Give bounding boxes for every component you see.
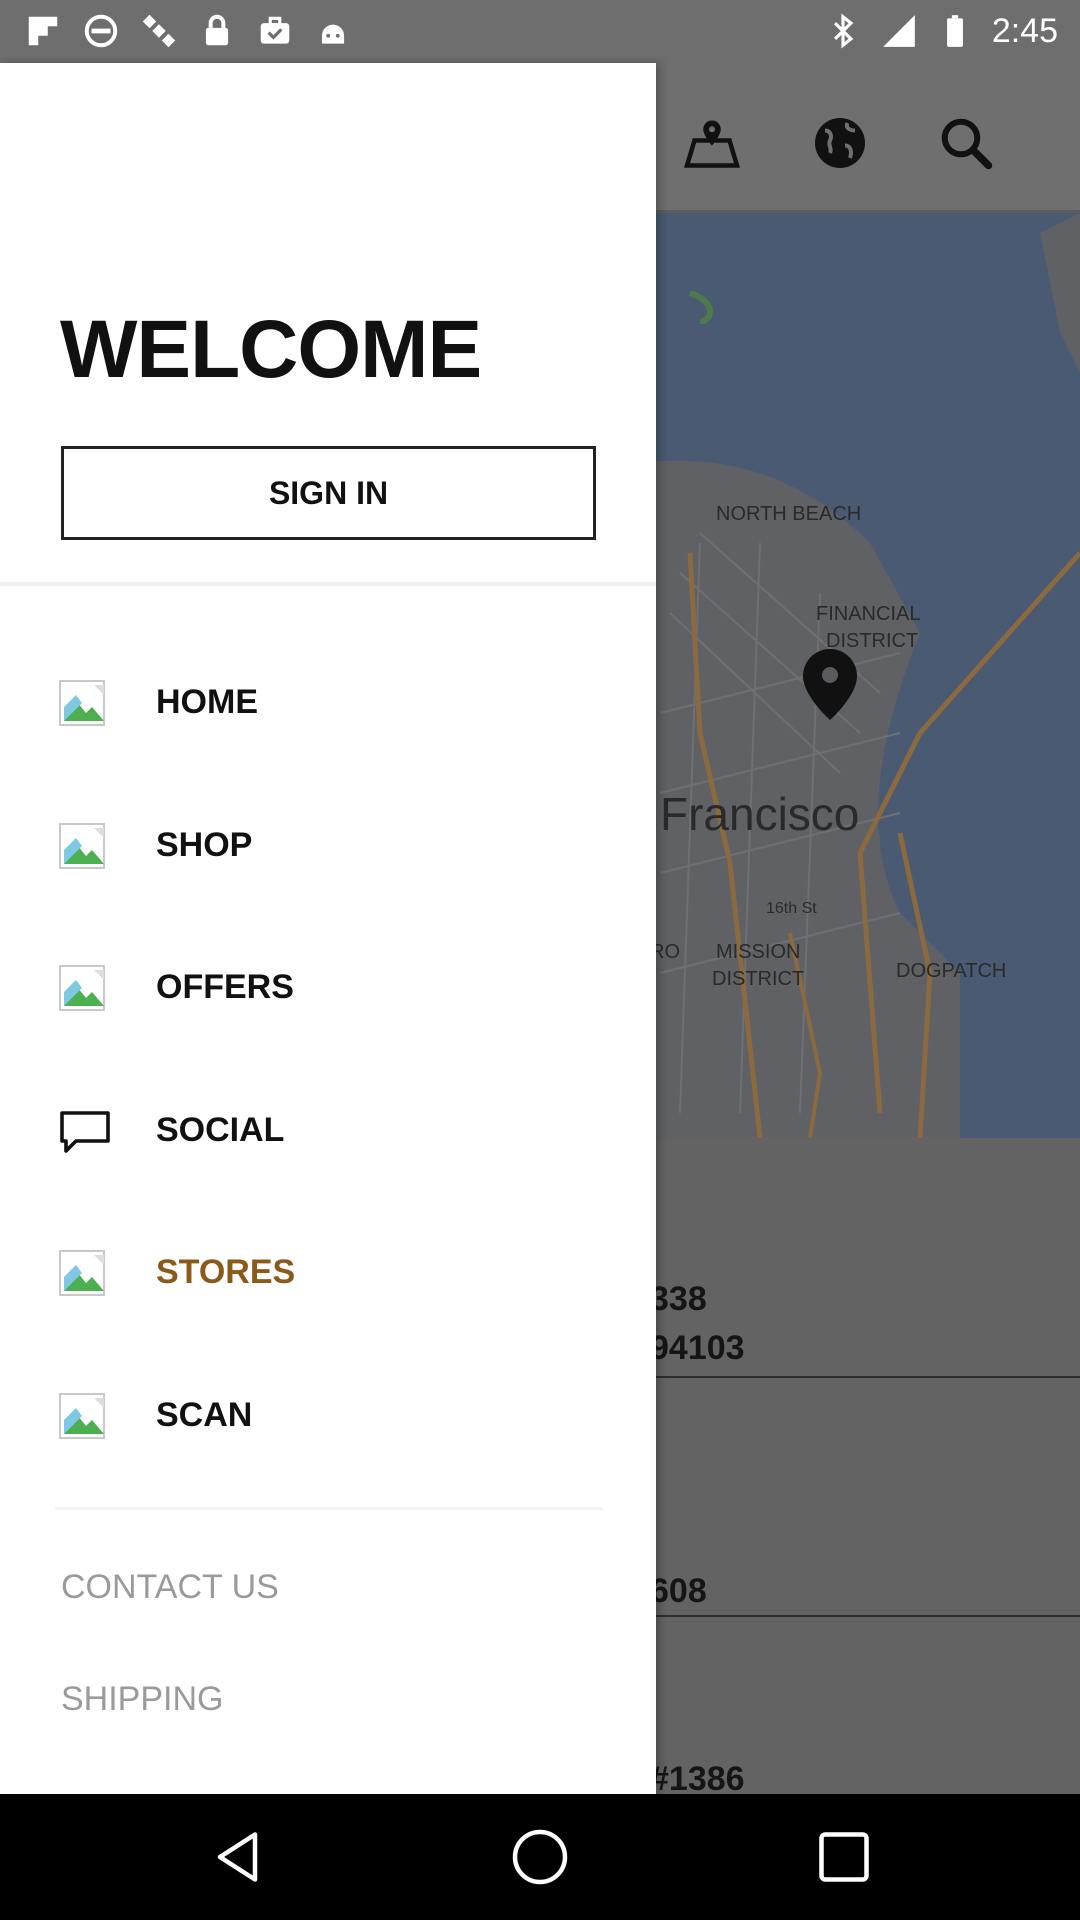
drawer-divider xyxy=(0,582,656,586)
menu-item-scan[interactable]: SCAN xyxy=(0,1366,656,1466)
store-1-line2: 94103 xyxy=(650,1329,745,1367)
menu-item-stores[interactable]: STORES xyxy=(0,1223,656,1323)
battery-icon xyxy=(946,15,963,47)
navigation-drawer: WELCOME SIGN IN HOME SHOP OFFERS SOCIAL … xyxy=(0,63,656,1794)
sign-in-button[interactable]: SIGN IN xyxy=(61,446,596,540)
image-placeholder-icon xyxy=(59,1250,105,1296)
map-label-street: 16th St xyxy=(766,900,817,917)
shipping-link[interactable]: SHIPPING xyxy=(61,1680,223,1719)
menu-item-shop[interactable]: SHOP xyxy=(0,796,656,896)
store-1-line1: 338 xyxy=(650,1280,707,1318)
map-label-north-beach: NORTH BEACH xyxy=(716,503,861,525)
image-placeholder-icon xyxy=(59,680,105,726)
android-icon xyxy=(321,24,345,44)
recents-icon[interactable] xyxy=(814,1827,874,1887)
image-placeholder-icon xyxy=(59,823,105,869)
lock-icon xyxy=(205,14,229,46)
signal-icon xyxy=(882,15,915,47)
map-label-district: DISTRICT xyxy=(826,630,918,652)
map-label-city: Francisco xyxy=(660,788,859,840)
map-label-mission: MISSION xyxy=(716,941,800,963)
image-placeholder-icon xyxy=(59,965,105,1011)
menu-item-label: OFFERS xyxy=(156,968,294,1006)
home-icon[interactable] xyxy=(510,1827,570,1887)
map-icon[interactable] xyxy=(682,113,742,173)
drawer-divider xyxy=(55,1507,603,1510)
menu-item-label: HOME xyxy=(156,683,258,721)
system-nav-bar xyxy=(0,1794,1080,1920)
status-bar: 2:45 xyxy=(0,0,1080,63)
clock: 2:45 xyxy=(991,11,1058,50)
status-bar-notifications xyxy=(24,8,352,54)
menu-item-label: SOCIAL xyxy=(156,1111,285,1149)
menu-item-label: SCAN xyxy=(156,1396,253,1434)
map-label-dogpatch: DOGPATCH xyxy=(896,960,1006,982)
menu-item-social[interactable]: SOCIAL xyxy=(0,1081,656,1181)
image-placeholder-icon xyxy=(59,1393,105,1439)
blocked-icon xyxy=(84,14,118,48)
status-bar-system: 2:45 xyxy=(824,8,1058,54)
welcome-heading: WELCOME xyxy=(60,304,482,395)
briefcase-icon xyxy=(260,16,290,44)
chat-bubble-icon xyxy=(60,1111,110,1153)
map-label-financial: FINANCIAL xyxy=(816,603,920,625)
bluetooth-icon xyxy=(833,13,854,49)
search-icon[interactable] xyxy=(936,113,996,173)
menu-item-offers[interactable]: OFFERS xyxy=(0,938,656,1038)
back-icon[interactable] xyxy=(210,1827,270,1887)
flipboard-icon xyxy=(28,16,58,46)
menu-item-label: SHOP xyxy=(156,826,253,864)
globe-icon[interactable] xyxy=(810,113,870,173)
satellite-icon xyxy=(142,14,176,48)
menu-item-label: STORES xyxy=(156,1253,296,1291)
map-label-mission-district: DISTRICT xyxy=(712,968,804,990)
store-2-line1: 608 xyxy=(650,1572,707,1610)
menu-item-home[interactable]: HOME xyxy=(0,653,656,753)
contact-us-link[interactable]: CONTACT US xyxy=(61,1568,279,1607)
